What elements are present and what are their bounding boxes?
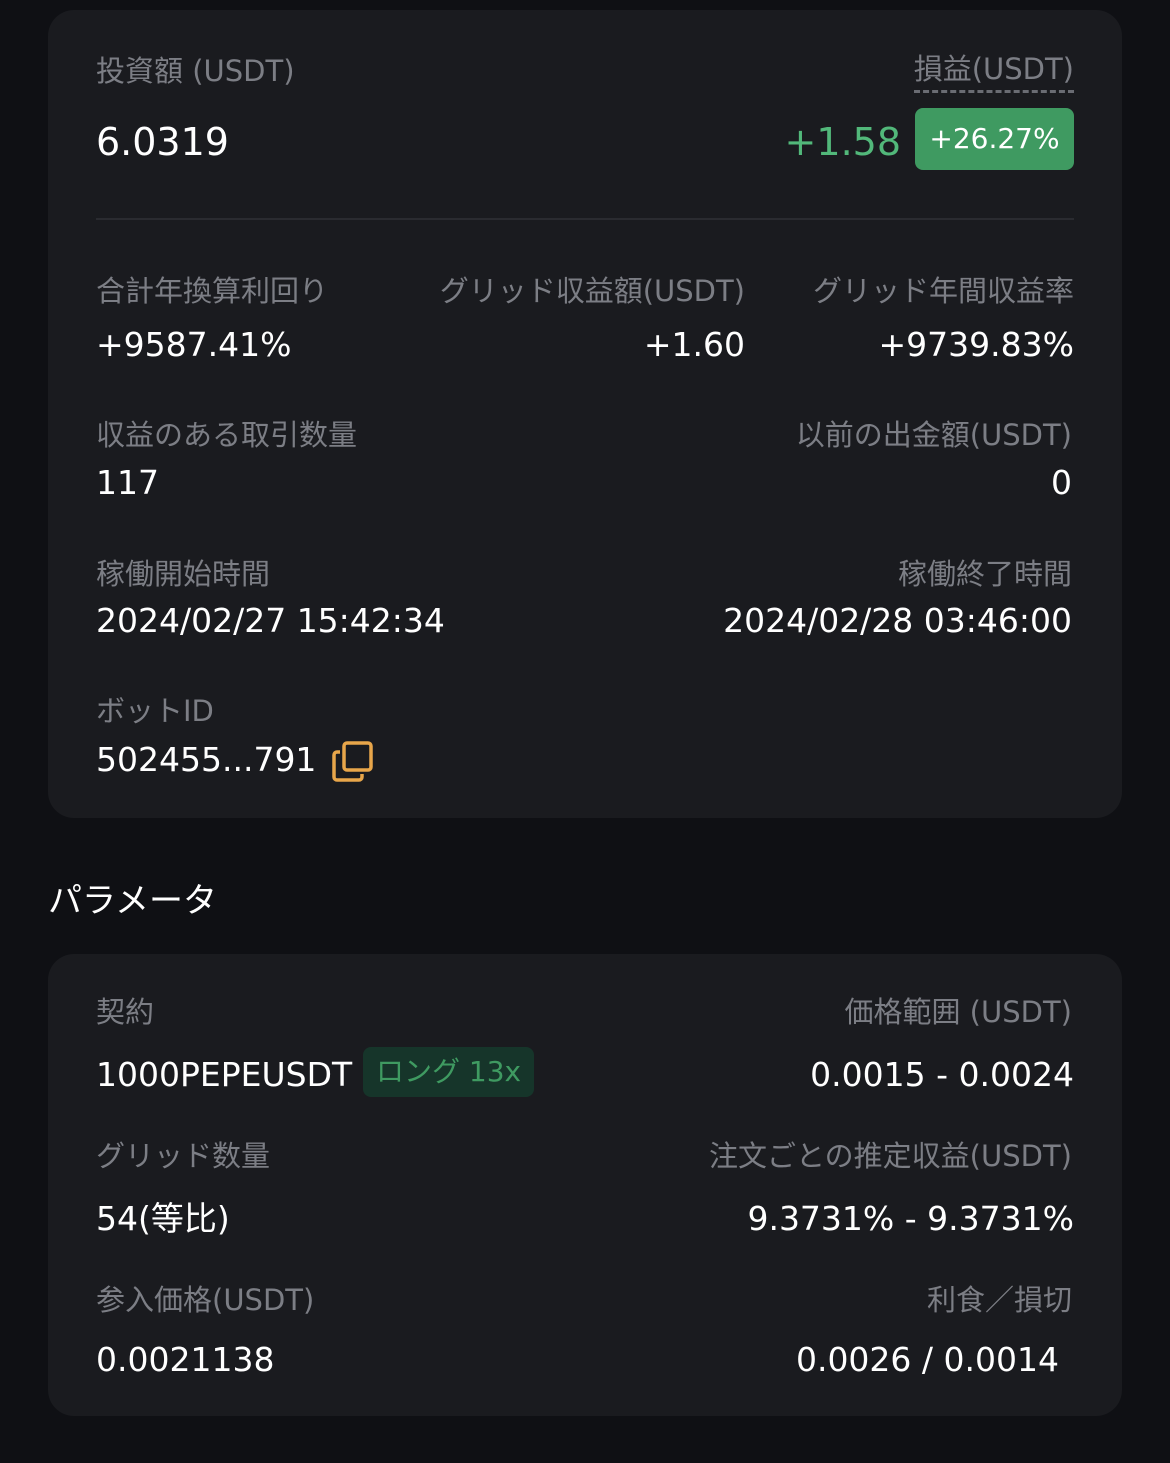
grid-profit-value: +1.60 <box>643 325 745 364</box>
grid-annual-rate-value: +9739.83% <box>878 325 1074 364</box>
grid-annual-rate-label: グリッド年間収益率 <box>812 274 1074 308</box>
contract-value: 1000PEPEUSDT <box>96 1055 353 1094</box>
grid-count-value: 54(等比) <box>96 1199 230 1238</box>
profitable-trades-value: 117 <box>96 463 159 502</box>
grid-profit-label: グリッド収益額(USDT) <box>439 274 745 308</box>
previous-withdrawal-label: 以前の出金額(USDT) <box>795 418 1072 452</box>
total-annual-yield-label: 合計年換算利回り <box>96 274 329 308</box>
end-time-value: 2024/02/28 03:46:00 <box>723 601 1072 640</box>
price-range-value: 0.0015 - 0.0024 <box>810 1055 1074 1094</box>
investment-value: 6.0319 <box>96 120 229 164</box>
start-time-value: 2024/02/27 15:42:34 <box>96 601 445 640</box>
investment-label: 投資額 (USDT) <box>96 54 295 88</box>
est-profit-label: 注文ごとの推定収益(USDT) <box>708 1139 1072 1173</box>
total-annual-yield-value: +9587.41% <box>96 325 292 364</box>
parameters-section-title: パラメータ <box>48 881 217 921</box>
divider <box>96 218 1074 220</box>
tp-sl-label: 利食／損切 <box>926 1283 1072 1317</box>
contract-label: 契約 <box>96 995 155 1029</box>
start-time-label: 稼働開始時間 <box>96 557 271 591</box>
position-tag: ロング 13x <box>363 1047 535 1097</box>
previous-withdrawal-value: 0 <box>1051 463 1072 502</box>
pnl-label[interactable]: 損益(USDT) <box>913 55 1074 93</box>
copy-icon[interactable] <box>331 740 375 784</box>
end-time-label: 稼働終了時間 <box>897 557 1072 591</box>
pnl-value: +1.58 <box>784 120 901 164</box>
profitable-trades-label: 収益のある取引数量 <box>96 418 358 452</box>
pnl-percent-badge: +26.27% <box>915 108 1074 170</box>
tp-sl-value: 0.0026 / 0.0014 <box>795 1340 1059 1379</box>
bot-id-label: ボットID <box>96 694 214 728</box>
est-profit-value: 9.3731% - 9.3731% <box>747 1199 1074 1238</box>
bot-id-value: 502455...791 <box>96 740 317 779</box>
price-range-label: 価格範囲 (USDT) <box>844 995 1072 1029</box>
grid-count-label: グリッド数量 <box>96 1139 271 1173</box>
parameters-card: 契約 1000PEPEUSDT ロング 13x 価格範囲 (USDT) 0.00… <box>48 954 1122 1416</box>
bot-summary-card: 投資額 (USDT) 6.0319 損益(USDT) +1.58 +26.27%… <box>48 10 1122 818</box>
entry-price-value: 0.0021138 <box>96 1340 275 1379</box>
entry-price-label: 参入価格(USDT) <box>96 1283 315 1317</box>
